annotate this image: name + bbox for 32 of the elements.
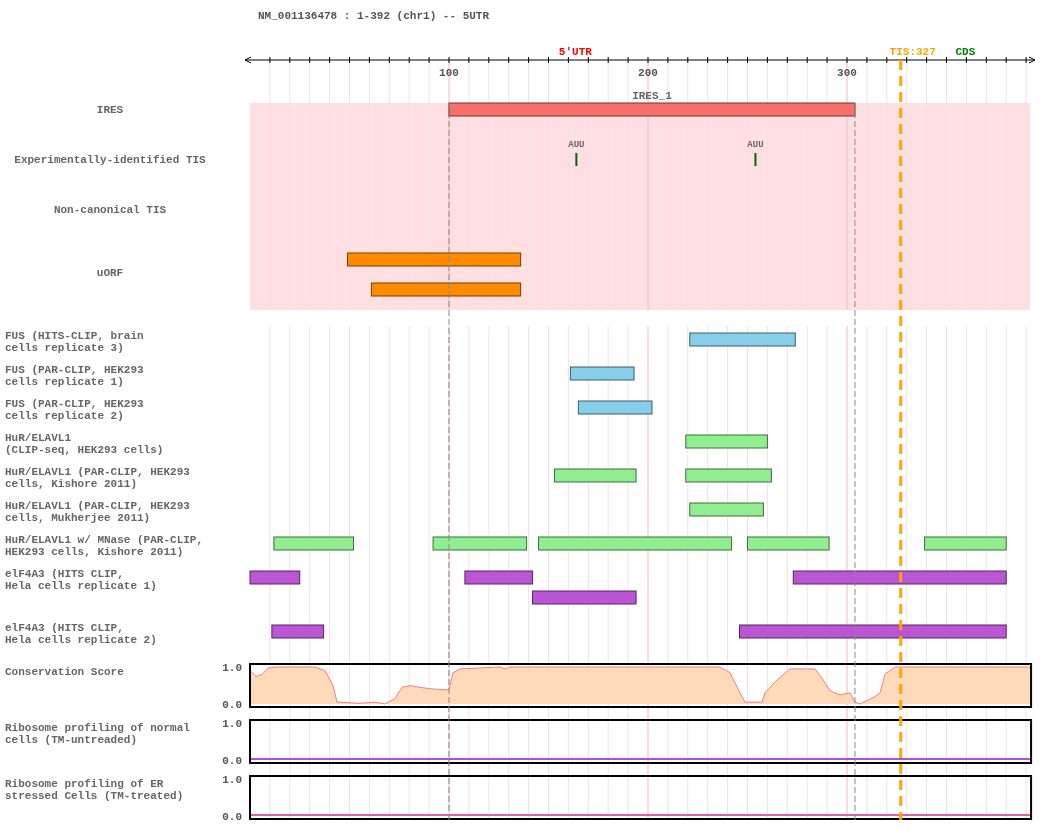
track-label: FUS (PAR-CLIP, HEK293 cells replicate 2) [5, 398, 144, 422]
transcript-title: NM_001136478 : 1-392 (chr1) -- 5UTR [257, 9, 491, 24]
track-label: IRES [96, 104, 124, 116]
track-label: HuR/ELAVL1 (CLIP-seq, HEK293 cells) [5, 432, 164, 456]
tick-label: 200 [638, 67, 658, 79]
track-label: elF4A3 (HITS CLIP, Hela cells replicate 2) [5, 622, 157, 646]
tick-label: 1.0 [222, 718, 242, 730]
track-label: FUS (HITS-CLIP, brain cells replicate 3) [5, 330, 144, 354]
track-label: HuR/ELAVL1 (PAR-CLIP, HEK293 cells, Mukherjee 2011) [5, 500, 190, 524]
track-label: Non-canonical TIS [53, 204, 167, 216]
track-label: Ribosome profiling of normal cells (TM-untreaded) [5, 722, 190, 746]
site-label: AUU [747, 140, 764, 150]
track-label: uORF [96, 266, 124, 279]
tick-label: 1.0 [222, 662, 242, 674]
tick-label: 300 [837, 67, 857, 79]
feature-label: IRES_1 [632, 90, 672, 102]
tick-label: 0.0 [222, 699, 242, 708]
tick-label: 100 [439, 67, 459, 79]
track-label: elF4A3 (HITS CLIP, Hela cells replicate 1) [5, 568, 157, 592]
track-label: Conservation Score [5, 666, 124, 678]
track-label: Experimentally-identified TIS [14, 154, 206, 166]
site-label: AUU [568, 140, 585, 150]
track-label: Ribosome profiling of ER stressed Cells (TM-treated) [5, 778, 184, 802]
region-label: CDS [955, 46, 976, 58]
track-label: HuR/ELAVL1 (PAR-CLIP, HEK293 cells, Kishore 2011) [5, 466, 190, 490]
tick-label: 0.0 [222, 755, 242, 764]
track-label: FUS (PAR-CLIP, HEK293 cells replicate 1) [5, 364, 144, 388]
region-label: 5'UTR [558, 46, 592, 58]
tick-label: 0.0 [222, 811, 242, 820]
tis-label: TIS:327 [889, 46, 936, 58]
tick-label: 1.0 [222, 774, 242, 786]
track-label: HuR/ELAVL1 w/ MNase (PAR-CLIP, HEK293 cells, Kishore 2011) [5, 534, 204, 558]
